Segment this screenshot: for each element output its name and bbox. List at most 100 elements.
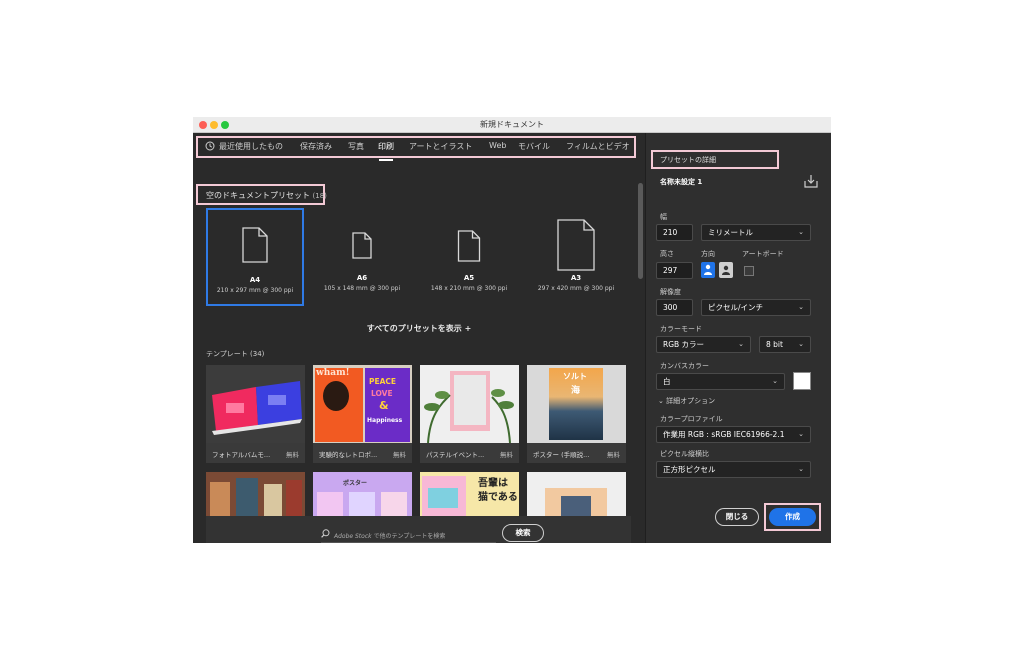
resolution-input[interactable]: 300 — [656, 299, 693, 316]
pixel-aspect-dropdown[interactable]: 正方形ピクセル ⌄ — [656, 461, 811, 478]
thumb-text-wagahai-1: 吾輩は — [478, 478, 508, 489]
create-button[interactable]: 作成 — [769, 508, 816, 526]
width-input[interactable]: 210 — [656, 224, 693, 241]
template-label: ポスター (手順説... — [533, 451, 590, 459]
thumb-text-wham: wham! — [316, 368, 350, 378]
category-tabs: 最近使用したもの 保存済み 写真 印刷 アートとイラスト Web モバイル フィ… — [193, 133, 645, 161]
template-label: フォトアルバムモ... — [212, 451, 271, 459]
template-price: 無料 — [286, 451, 299, 459]
details-title: プリセットの詳細 — [660, 156, 716, 164]
unit-value: ミリメートル — [708, 228, 753, 237]
thumb-text-wagahai-2: 猫である — [478, 492, 518, 503]
width-label: 幅 — [660, 213, 667, 221]
template-thumbnail: ソルト 海 — [527, 365, 626, 443]
pixel-aspect-value: 正方形ピクセル — [663, 465, 716, 474]
template-thumbnail: wham! PEACE LOVE & Happiness — [313, 365, 412, 443]
tab-saved[interactable]: 保存済み — [300, 141, 332, 152]
presets-title: 空のドキュメントプリセット — [206, 191, 310, 200]
thumb-text-love: LOVE — [371, 389, 393, 398]
preset-size: 148 x 210 mm @ 300 ppi — [430, 285, 508, 292]
close-button[interactable]: 閉じる — [715, 508, 759, 526]
tab-film-video[interactable]: フィルムとビデオ — [566, 141, 630, 152]
color-mode-dropdown[interactable]: RGB カラー ⌄ — [656, 336, 751, 353]
templates-heading: テンプレート (34) — [206, 349, 264, 359]
color-mode-label: カラーモード — [660, 325, 702, 333]
preset-name: A4 — [249, 276, 261, 284]
search-placeholder-brand: Adobe Stock — [334, 533, 372, 540]
tab-art-illustration[interactable]: アートとイラスト — [409, 141, 472, 152]
resolution-unit-dropdown[interactable]: ピクセル/インチ ⌄ — [701, 299, 811, 316]
height-label: 高さ — [660, 250, 674, 258]
advanced-options-toggle[interactable]: ⌄ 詳細オプション — [658, 396, 715, 406]
orientation-label: 方向 — [701, 250, 715, 258]
color-mode-value: RGB カラー — [663, 340, 705, 349]
preset-scrollbar[interactable] — [638, 183, 643, 279]
template-card-photo-album[interactable]: フォトアルバムモ... 無料 — [206, 365, 305, 463]
tab-recent[interactable]: 最近使用したもの — [219, 141, 283, 152]
document-icon — [557, 219, 595, 271]
preset-card-a6[interactable]: A6 105 x 148 mm @ 300 ppi — [313, 208, 411, 306]
landscape-orientation-button[interactable] — [719, 262, 733, 278]
search-button[interactable]: 検索 — [502, 524, 544, 542]
resolution-label: 解像度 — [660, 288, 681, 296]
thumb-text-peace: PEACE — [369, 377, 397, 386]
thumb-text-umi: 海 — [571, 386, 581, 396]
chevron-down-icon: ⌄ — [658, 397, 667, 405]
chevron-down-icon: ⌄ — [798, 228, 804, 236]
thumb-text-amp: & — [379, 399, 389, 412]
stock-search-bar: Adobe Stock で他のテンプレートを検索 検索 — [206, 516, 631, 543]
template-price: 無料 — [607, 451, 620, 459]
thumb-text-solt: ソルト — [563, 372, 587, 381]
unit-dropdown[interactable]: ミリメートル ⌄ — [701, 224, 811, 241]
chevron-down-icon: ⌄ — [798, 430, 804, 438]
preset-card-a5[interactable]: A5 148 x 210 mm @ 300 ppi — [420, 208, 518, 306]
save-preset-icon[interactable] — [804, 174, 818, 188]
preset-size: 210 x 297 mm @ 300 ppi — [216, 287, 294, 294]
left-panel: 最近使用したもの 保存済み 写真 印刷 アートとイラスト Web モバイル フィ… — [193, 133, 645, 543]
templates-count: (34) — [250, 350, 265, 358]
color-profile-dropdown[interactable]: 作業用 RGB : sRGB IEC61966-2.1 ⌄ — [656, 426, 811, 443]
template-thumbnail — [206, 365, 305, 443]
tab-print[interactable]: 印刷 — [378, 141, 394, 152]
presets-heading: 空のドキュメントプリセット (18) — [206, 190, 327, 201]
color-profile-label: カラープロファイル — [660, 415, 723, 423]
preset-size: 297 x 420 mm @ 300 ppi — [537, 285, 615, 292]
artboard-checkbox[interactable] — [744, 266, 754, 276]
document-name-field[interactable]: 名称未設定 1 — [660, 177, 702, 187]
advanced-options-label: 詳細オプション — [666, 397, 716, 405]
clock-icon — [205, 141, 215, 151]
chevron-down-icon: ⌄ — [738, 340, 744, 348]
preset-card-a4[interactable]: A4 210 x 297 mm @ 300 ppi — [206, 208, 304, 306]
bit-depth-dropdown[interactable]: 8 bit ⌄ — [759, 336, 811, 353]
preset-name: A5 — [463, 274, 475, 282]
window-title: 新規ドキュメント — [480, 120, 544, 129]
canvas-color-swatch[interactable] — [793, 372, 811, 390]
preset-name: A3 — [570, 274, 582, 282]
new-document-dialog: 新規ドキュメント 最近使用したもの 保存済み 写真 印刷 アートとイラスト We… — [193, 117, 831, 543]
search-input[interactable]: Adobe Stock で他のテンプレートを検索 — [334, 531, 445, 540]
presets-count: (18) — [312, 192, 327, 200]
search-placeholder-text: で他のテンプレートを検索 — [371, 533, 446, 540]
template-card-retro-poster[interactable]: wham! PEACE LOVE & Happiness 実験的なレトロポ...… — [313, 365, 412, 463]
chevron-down-icon: ⌄ — [798, 303, 804, 311]
preset-size: 105 x 148 mm @ 300 ppi — [323, 285, 401, 292]
document-icon — [242, 227, 268, 263]
preset-name: A6 — [356, 274, 368, 282]
active-tab-underline — [379, 159, 393, 161]
search-underline — [321, 542, 496, 543]
color-profile-value: 作業用 RGB : sRGB IEC61966-2.1 — [663, 430, 785, 439]
show-all-presets-link[interactable]: すべてのプリセットを表示 + — [193, 323, 645, 334]
canvas-color-dropdown[interactable]: 白 ⌄ — [656, 373, 785, 390]
tab-web[interactable]: Web — [489, 141, 506, 150]
pixel-aspect-label: ピクセル縦横比 — [660, 450, 709, 458]
tab-mobile[interactable]: モバイル — [518, 141, 550, 152]
template-card-poster[interactable]: ソルト 海 ポスター (手順説... 無料 — [527, 365, 626, 463]
template-card-pastel-event[interactable]: パステルイベント... 無料 — [420, 365, 519, 463]
preset-card-a3[interactable]: A3 297 x 420 mm @ 300 ppi — [527, 208, 625, 306]
search-icon — [321, 529, 330, 538]
template-price: 無料 — [500, 451, 513, 459]
tab-photo[interactable]: 写真 — [348, 141, 364, 152]
artboard-label: アートボード — [742, 250, 784, 258]
portrait-orientation-button[interactable] — [701, 262, 715, 278]
height-input[interactable]: 297 — [656, 262, 693, 279]
